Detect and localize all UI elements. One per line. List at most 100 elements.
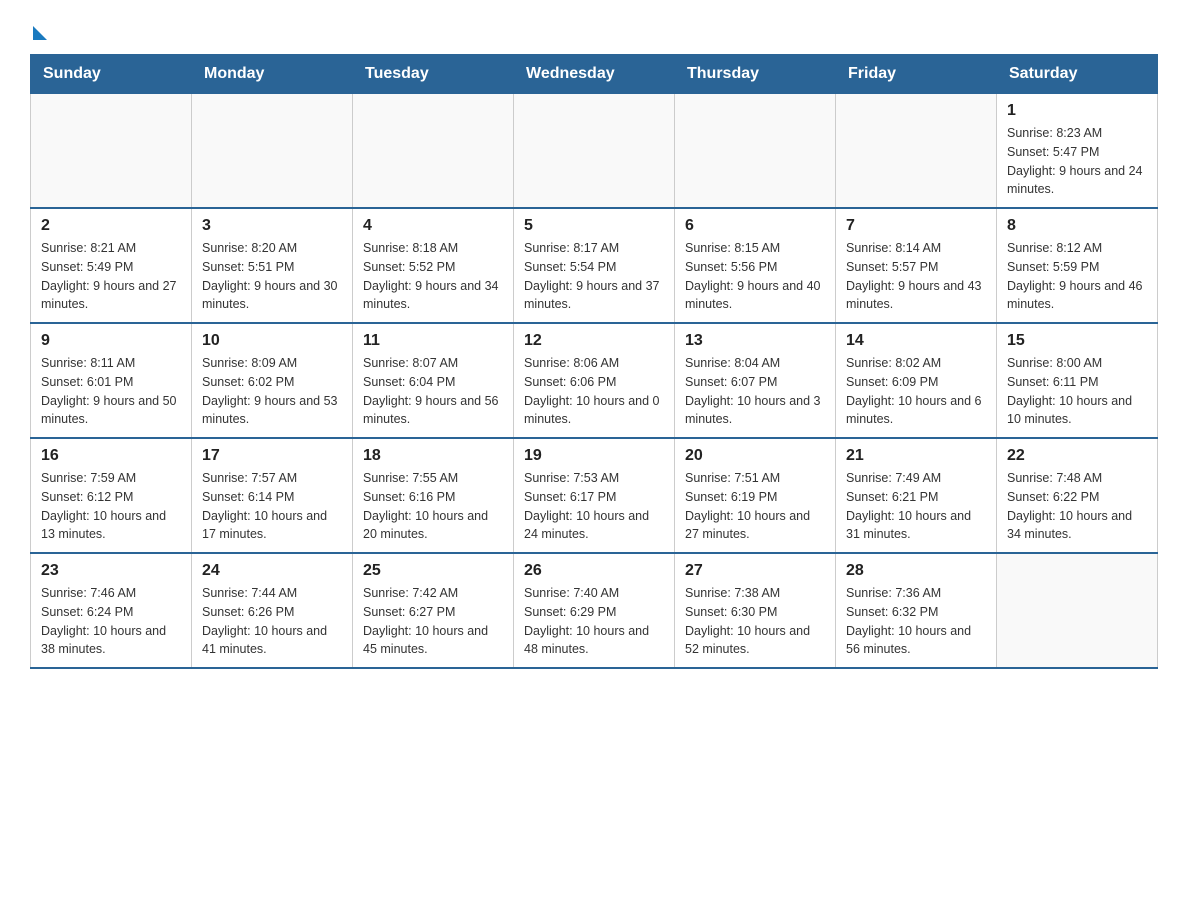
day-info: Sunrise: 8:12 AM Sunset: 5:59 PM Dayligh…	[1007, 239, 1147, 314]
calendar-cell: 20 Sunrise: 7:51 AM Sunset: 6:19 PM Dayli…	[675, 438, 836, 553]
day-info: Sunrise: 8:07 AM Sunset: 6:04 PM Dayligh…	[363, 354, 503, 429]
day-info: Sunrise: 8:06 AM Sunset: 6:06 PM Dayligh…	[524, 354, 664, 429]
day-of-week-header: Tuesday	[353, 55, 514, 94]
day-info: Sunrise: 7:57 AM Sunset: 6:14 PM Dayligh…	[202, 469, 342, 544]
day-number: 26	[524, 562, 664, 580]
day-number: 17	[202, 447, 342, 465]
calendar-cell: 25Sunrise: 7:42 AM Sunset: 6:27 PM Dayli…	[353, 553, 514, 668]
calendar-cell: 2 Sunrise: 8:21 AM Sunset: 5:49 PM Daylig…	[31, 208, 192, 323]
day-info: Sunrise: 7:44 AM Sunset: 6:26 PM Dayligh…	[202, 584, 342, 659]
calendar-cell: 12 Sunrise: 8:06 AM Sunset: 6:06 PM Dayli…	[514, 323, 675, 438]
day-number: 18	[363, 447, 503, 465]
calendar-cell	[997, 553, 1158, 668]
calendar-cell: 1 Sunrise: 8:23 AM Sunset: 5:47 PM Daylig…	[997, 94, 1158, 209]
day-info: Sunrise: 7:59 AM Sunset: 6:12 PM Dayligh…	[41, 469, 181, 544]
day-info: Sunrise: 7:48 AM Sunset: 6:22 PM Dayligh…	[1007, 469, 1147, 544]
day-info: Sunrise: 8:18 AM Sunset: 5:52 PM Dayligh…	[363, 239, 503, 314]
calendar-cell: 19 Sunrise: 7:53 AM Sunset: 6:17 PM Dayli…	[514, 438, 675, 553]
day-number: 4	[363, 217, 503, 235]
calendar-cell	[836, 94, 997, 209]
day-info: Sunrise: 7:46 AM Sunset: 6:24 PM Dayligh…	[41, 584, 181, 659]
calendar-week-row: 1 Sunrise: 8:23 AM Sunset: 5:47 PM Daylig…	[31, 94, 1158, 209]
day-info: Sunrise: 7:51 AM Sunset: 6:19 PM Dayligh…	[685, 469, 825, 544]
calendar-cell: 13 Sunrise: 8:04 AM Sunset: 6:07 PM Dayli…	[675, 323, 836, 438]
day-number: 19	[524, 447, 664, 465]
logo	[30, 20, 47, 36]
calendar-cell	[31, 94, 192, 209]
day-info: Sunrise: 8:04 AM Sunset: 6:07 PM Dayligh…	[685, 354, 825, 429]
day-info: Sunrise: 7:38 AM Sunset: 6:30 PM Dayligh…	[685, 584, 825, 659]
calendar-cell: 21Sunrise: 7:49 AM Sunset: 6:21 PM Dayli…	[836, 438, 997, 553]
day-of-week-header: Friday	[836, 55, 997, 94]
day-number: 23	[41, 562, 181, 580]
day-info: Sunrise: 7:36 AM Sunset: 6:32 PM Dayligh…	[846, 584, 986, 659]
day-info: Sunrise: 8:11 AM Sunset: 6:01 PM Dayligh…	[41, 354, 181, 429]
calendar-cell: 26 Sunrise: 7:40 AM Sunset: 6:29 PM Dayli…	[514, 553, 675, 668]
day-of-week-header: Sunday	[31, 55, 192, 94]
calendar-body: 1 Sunrise: 8:23 AM Sunset: 5:47 PM Daylig…	[31, 94, 1158, 669]
page-header	[30, 20, 1158, 36]
calendar-week-row: 9 Sunrise: 8:11 AM Sunset: 6:01 PM Daylig…	[31, 323, 1158, 438]
logo-arrow-icon	[33, 26, 47, 40]
day-number: 16	[41, 447, 181, 465]
day-number: 2	[41, 217, 181, 235]
calendar-cell	[192, 94, 353, 209]
calendar-cell: 3 Sunrise: 8:20 AM Sunset: 5:51 PM Daylig…	[192, 208, 353, 323]
calendar-header: SundayMondayTuesdayWednesdayThursdayFrid…	[31, 55, 1158, 94]
days-of-week-row: SundayMondayTuesdayWednesdayThursdayFrid…	[31, 55, 1158, 94]
day-number: 9	[41, 332, 181, 350]
day-number: 21	[846, 447, 986, 465]
day-number: 28	[846, 562, 986, 580]
day-number: 25	[363, 562, 503, 580]
calendar-cell	[675, 94, 836, 209]
day-info: Sunrise: 8:21 AM Sunset: 5:49 PM Dayligh…	[41, 239, 181, 314]
day-number: 8	[1007, 217, 1147, 235]
day-of-week-header: Monday	[192, 55, 353, 94]
day-number: 7	[846, 217, 986, 235]
calendar-cell: 23 Sunrise: 7:46 AM Sunset: 6:24 PM Dayli…	[31, 553, 192, 668]
day-number: 13	[685, 332, 825, 350]
day-info: Sunrise: 8:00 AM Sunset: 6:11 PM Dayligh…	[1007, 354, 1147, 429]
day-number: 27	[685, 562, 825, 580]
day-info: Sunrise: 8:15 AM Sunset: 5:56 PM Dayligh…	[685, 239, 825, 314]
calendar-cell: 10Sunrise: 8:09 AM Sunset: 6:02 PM Dayli…	[192, 323, 353, 438]
day-of-week-header: Saturday	[997, 55, 1158, 94]
calendar-cell: 8 Sunrise: 8:12 AM Sunset: 5:59 PM Daylig…	[997, 208, 1158, 323]
day-info: Sunrise: 8:09 AM Sunset: 6:02 PM Dayligh…	[202, 354, 342, 429]
day-number: 3	[202, 217, 342, 235]
day-number: 22	[1007, 447, 1147, 465]
day-of-week-header: Wednesday	[514, 55, 675, 94]
calendar-cell: 11 Sunrise: 8:07 AM Sunset: 6:04 PM Dayli…	[353, 323, 514, 438]
calendar-table: SundayMondayTuesdayWednesdayThursdayFrid…	[30, 54, 1158, 669]
day-info: Sunrise: 7:55 AM Sunset: 6:16 PM Dayligh…	[363, 469, 503, 544]
day-info: Sunrise: 8:23 AM Sunset: 5:47 PM Dayligh…	[1007, 124, 1147, 199]
day-number: 5	[524, 217, 664, 235]
calendar-week-row: 16 Sunrise: 7:59 AM Sunset: 6:12 PM Dayli…	[31, 438, 1158, 553]
day-number: 15	[1007, 332, 1147, 350]
calendar-cell: 16 Sunrise: 7:59 AM Sunset: 6:12 PM Dayli…	[31, 438, 192, 553]
calendar-cell: 27 Sunrise: 7:38 AM Sunset: 6:30 PM Dayli…	[675, 553, 836, 668]
day-number: 24	[202, 562, 342, 580]
day-number: 11	[363, 332, 503, 350]
day-number: 14	[846, 332, 986, 350]
day-info: Sunrise: 8:14 AM Sunset: 5:57 PM Dayligh…	[846, 239, 986, 314]
calendar-cell: 6 Sunrise: 8:15 AM Sunset: 5:56 PM Daylig…	[675, 208, 836, 323]
calendar-cell: 28 Sunrise: 7:36 AM Sunset: 6:32 PM Dayli…	[836, 553, 997, 668]
day-number: 20	[685, 447, 825, 465]
calendar-cell: 15 Sunrise: 8:00 AM Sunset: 6:11 PM Dayli…	[997, 323, 1158, 438]
calendar-cell: 7 Sunrise: 8:14 AM Sunset: 5:57 PM Daylig…	[836, 208, 997, 323]
calendar-cell: 18 Sunrise: 7:55 AM Sunset: 6:16 PM Dayli…	[353, 438, 514, 553]
calendar-cell: 4 Sunrise: 8:18 AM Sunset: 5:52 PM Daylig…	[353, 208, 514, 323]
calendar-cell: 14Sunrise: 8:02 AM Sunset: 6:09 PM Dayli…	[836, 323, 997, 438]
calendar-week-row: 2 Sunrise: 8:21 AM Sunset: 5:49 PM Daylig…	[31, 208, 1158, 323]
calendar-cell: 22 Sunrise: 7:48 AM Sunset: 6:22 PM Dayli…	[997, 438, 1158, 553]
calendar-cell: 24 Sunrise: 7:44 AM Sunset: 6:26 PM Dayli…	[192, 553, 353, 668]
day-number: 1	[1007, 102, 1147, 120]
calendar-cell: 5Sunrise: 8:17 AM Sunset: 5:54 PM Daylig…	[514, 208, 675, 323]
day-info: Sunrise: 7:53 AM Sunset: 6:17 PM Dayligh…	[524, 469, 664, 544]
day-number: 12	[524, 332, 664, 350]
day-of-week-header: Thursday	[675, 55, 836, 94]
day-number: 6	[685, 217, 825, 235]
day-info: Sunrise: 7:40 AM Sunset: 6:29 PM Dayligh…	[524, 584, 664, 659]
day-info: Sunrise: 8:20 AM Sunset: 5:51 PM Dayligh…	[202, 239, 342, 314]
